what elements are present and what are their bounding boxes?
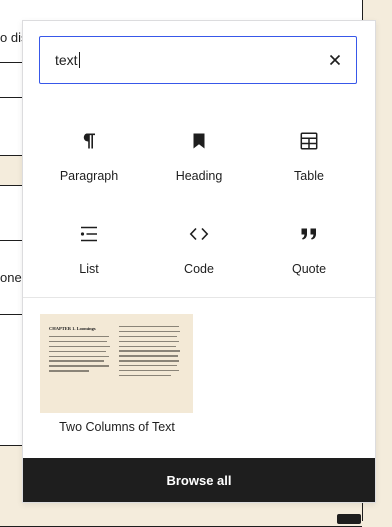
block-inserter-popover: Paragraph Heading Table List (22, 20, 376, 503)
block-label: Heading (175, 169, 223, 183)
browse-all-button[interactable]: Browse all (23, 458, 375, 502)
code-icon (189, 227, 209, 241)
block-list[interactable]: List (34, 206, 144, 299)
block-paragraph[interactable]: Paragraph (34, 113, 144, 206)
quote-icon (301, 228, 316, 240)
block-heading[interactable]: Heading (144, 113, 254, 206)
pattern-preview: CHAPTER 1. Loomings (40, 314, 193, 413)
block-label: Quote (291, 262, 327, 276)
block-label: List (79, 262, 99, 276)
block-label: Paragraph (59, 169, 119, 183)
search-box (39, 36, 357, 84)
pattern-two-columns-of-text[interactable]: CHAPTER 1. Loomings Two Columns of Text (40, 314, 194, 434)
pattern-label: Two Columns of Text (59, 420, 175, 434)
background-toolbar-chip (337, 514, 361, 524)
close-icon (329, 54, 341, 66)
preview-column-left: CHAPTER 1. Loomings (49, 326, 111, 375)
section-divider (23, 297, 375, 298)
block-code[interactable]: Code (144, 206, 254, 299)
block-label: Table (294, 169, 324, 183)
block-results: Paragraph Heading Table List Code Quote (34, 113, 364, 299)
table-icon (300, 132, 318, 150)
preview-column-right (119, 326, 181, 380)
paragraph-icon (83, 133, 95, 149)
list-icon (80, 226, 97, 242)
background-text: one (0, 270, 22, 285)
block-label: Code (184, 262, 214, 276)
block-quote[interactable]: Quote (254, 206, 364, 299)
clear-search-button[interactable] (322, 47, 348, 73)
preview-heading: CHAPTER 1. Loomings (49, 326, 96, 331)
search-input[interactable] (55, 37, 305, 82)
block-table[interactable]: Table (254, 113, 364, 206)
text-caret (79, 52, 80, 68)
heading-icon (193, 133, 205, 149)
